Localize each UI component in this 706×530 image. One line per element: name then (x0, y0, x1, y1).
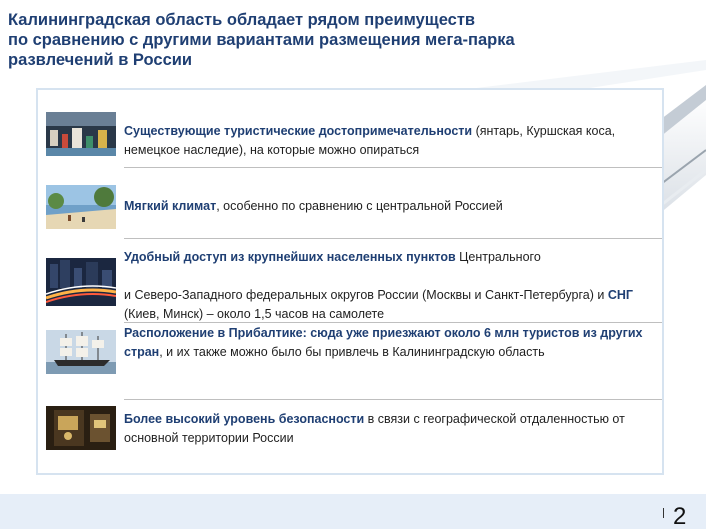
page-number: 2 (673, 503, 687, 530)
divider (124, 167, 662, 168)
yacht-harbor-photo (46, 112, 116, 156)
advantages-panel: Существующие туристические достопримечат… (36, 88, 664, 475)
security-lock-photo (46, 406, 116, 450)
sailing-ship-photo (46, 330, 116, 374)
advantage-text: Удобный доступ из крупнейших населенных … (124, 248, 664, 324)
advantage-heading: Существующие туристические достопримечат… (124, 124, 473, 138)
advantage-description: Центрального (455, 250, 541, 264)
advantage-heading: Удобный доступ из крупнейших населенных … (124, 250, 456, 264)
advantage-description: (Киев, Минск) – около 1,5 часов на самол… (124, 307, 385, 321)
advantage-text: Мягкий климат, особенно по сравнению с ц… (124, 197, 664, 216)
beach-photo (46, 185, 116, 229)
advantage-description: , особенно по сравнению с центральной Ро… (216, 199, 503, 213)
advantage-text: Существующие туристические достопримечат… (124, 122, 664, 160)
advantage-description: , и их также можно было бы привлечь в Ка… (159, 345, 545, 359)
page-number-separator (663, 508, 664, 518)
advantage-heading: Более высокий уровень безопасности (124, 412, 365, 426)
advantage-description: и Северо-Западного федеральных округов Р… (124, 288, 608, 302)
slide-title: Калининградская область обладает рядом п… (8, 10, 648, 70)
title-line: развлечений в России (8, 51, 193, 69)
advantage-text: Расположение в Прибалтике: сюда уже прие… (124, 324, 664, 362)
advantage-heading: СНГ (607, 288, 633, 302)
divider (124, 322, 662, 323)
divider (124, 238, 662, 239)
city-highway-photo (46, 258, 116, 306)
title-line: по сравнению с другими вариантами размещ… (8, 31, 515, 49)
advantage-text: Более высокий уровень безопасности в свя… (124, 410, 664, 448)
title-line: Калининградская область обладает рядом п… (8, 11, 476, 29)
divider (124, 399, 662, 400)
advantage-heading: Мягкий климат (124, 199, 217, 213)
footer-bar (0, 494, 706, 529)
